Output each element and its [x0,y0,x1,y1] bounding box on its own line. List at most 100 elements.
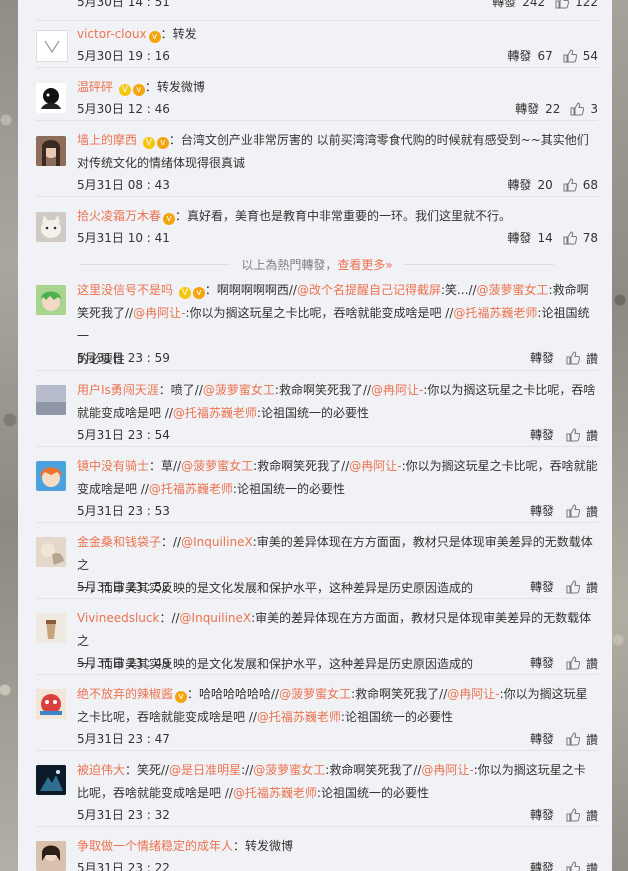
avatar-photo [36,537,66,567]
like-button[interactable]: 68 [563,178,598,192]
forward-button[interactable]: 轉發 [530,653,554,673]
user-link[interactable]: 温砰砰 [77,80,113,94]
user-link[interactable]: 墙上的摩西 [77,133,137,147]
forward-button[interactable]: 轉發 [530,577,554,597]
item-content: 拾火凌霜万木春 v ：真好看，美育也是教育中非常重要的一环。我们这里就不行。 [77,209,512,225]
like-button[interactable]: 54 [563,49,598,63]
mention-link[interactable]: @InquilineX [180,611,252,625]
avatar[interactable] [36,613,66,643]
avatar[interactable] [36,83,66,113]
avatar[interactable] [36,765,66,795]
item-meta: 5月31日 23 : 47 轉發 讚 [77,729,598,749]
mention-link[interactable]: @托福苏巍老师 [233,786,317,800]
item-meta: 5月31日 23 : 32 轉發 讚 [77,805,598,825]
item-meta: 5月31日 23 : 54 轉發 讚 [77,425,598,445]
mention-link[interactable]: @托福苏巍老师 [257,710,341,724]
timestamp: 5月31日 23 : 32 [77,808,170,822]
forward-button[interactable]: 轉發 [530,729,554,749]
like-button[interactable]: 3 [570,102,598,116]
forward-button[interactable]: 轉發 242 [492,0,555,12]
item-actions: 轉發 讚 [530,577,598,597]
thumbs-up-icon [566,580,580,594]
like-button[interactable]: 讚 [566,807,598,824]
mention-link[interactable]: @菠萝蜜女工 [253,763,325,777]
user-link[interactable]: 争取做一个情绪稳定的成年人 [77,839,233,853]
forward-button[interactable]: 轉發 22 [515,99,570,119]
like-button[interactable]: 讚 [566,860,598,871]
item-meta: 5月31日 08 : 43 轉發 20 68 [77,175,598,195]
forward-button[interactable]: 轉發 [530,501,554,521]
avatar[interactable] [36,136,66,166]
list-item: 墙上的摩西 Vv ：台湾文创产业非常厉害的 以前买湾湾零食代购的时候就有感受到~~… [36,126,598,197]
user-link[interactable]: 这里没信号不是吗 [77,283,173,297]
like-button[interactable]: 讚 [566,350,598,367]
repost-text: 真好看，美育也是教育中非常重要的一环。我们这里就不行。 [187,209,512,223]
user-link[interactable]: 用户Is勇闯天涯 [77,383,159,397]
timestamp: 5月31日 23 : 54 [77,428,170,442]
avatar-photo [36,385,66,415]
user-link[interactable]: 镜中没有骑士 [77,459,149,473]
forward-button[interactable]: 轉發 14 [507,228,562,248]
timestamp: 5月31日 23 : 49 [77,656,170,670]
forward-button[interactable]: 轉發 [530,805,554,825]
mention-link[interactable]: @菠萝蜜女工 [181,459,253,473]
like-button[interactable]: 78 [563,231,598,245]
like-button[interactable]: 讚 [566,579,598,596]
mention-link[interactable]: @冉阿让- [371,383,423,397]
avatar[interactable] [36,285,66,315]
item-content: 绝不放弃的辣椒酱 v ：哈哈哈哈哈哈//@菠萝蜜女工:救命啊笑死我了//@冉阿让-:… [77,687,588,724]
mention-link[interactable]: @改个名提醒自己记得截屏 [297,283,441,297]
avatar[interactable] [36,841,66,871]
like-button[interactable]: 讚 [566,731,598,748]
mention-link[interactable]: @托福苏巍老师 [149,482,233,496]
like-button[interactable]: 讚 [566,427,598,444]
repost-text: ：转发微博 [233,839,294,853]
member-badge-icon: v [163,213,176,225]
like-button[interactable]: 讚 [566,503,598,520]
repost-text: 转发 [172,27,197,41]
see-more-link[interactable]: 查看更多» [337,258,392,272]
mention-link[interactable]: @冉阿让- [133,306,185,320]
like-button[interactable]: 122 [555,0,598,9]
list-item: 拾火凌霜万木春 v ：真好看，美育也是教育中非常重要的一环。我们这里就不行。 5月3… [36,202,598,250]
mention-link[interactable]: @冉阿让- [349,459,401,473]
avatar[interactable] [36,461,66,491]
forward-button[interactable]: 轉發 67 [507,46,562,66]
mention-link[interactable]: @冉阿让- [421,763,473,777]
item-meta: 5月31日 23 : 22 轉發 讚 [77,858,598,871]
member-badge-icon: v [132,84,145,96]
item-meta: 5月31日 23 : 59 轉發 讚 [77,348,598,368]
forward-button[interactable]: 轉發 [530,858,554,871]
mention-link[interactable]: @InquilineX [181,535,253,549]
mention-link[interactable]: @是日准明星 [169,763,241,777]
member-badge-icon: v [148,31,161,43]
avatar[interactable] [36,385,66,415]
thumbs-up-icon [566,861,580,871]
user-link[interactable]: 拾火凌霜万木春 [77,209,161,223]
user-link[interactable]: Vivineedsluck [77,611,159,625]
forward-button[interactable]: 轉發 20 [507,175,562,195]
mention-link[interactable]: @托福苏巍老师 [173,406,257,420]
mention-link[interactable]: @菠萝蜜女工 [279,687,351,701]
hot-reposts-separator: 以上為熱門轉發，查看更多» [36,256,598,273]
user-link[interactable]: 被迫伟大 [77,763,125,777]
mention-link[interactable]: @托福苏巍老师 [453,306,537,320]
verified-icon: V [178,287,191,299]
user-link[interactable]: 绝不放弃的辣椒酱 [77,687,173,701]
user-link[interactable]: 金金桑和钱袋子 [77,535,161,549]
timestamp: 5月31日 23 : 59 [77,351,170,365]
avatar[interactable] [36,30,68,62]
mention-link[interactable]: @菠萝蜜女工 [203,383,275,397]
thumbs-up-icon [566,428,580,442]
item-content: 温砰砰 Vv ：转发微博 [77,80,205,96]
user-link[interactable]: victor-cloux [77,27,147,41]
forward-button[interactable]: 轉發 [530,348,554,368]
avatar[interactable] [36,689,66,719]
mention-link[interactable]: @菠萝蜜女工 [477,283,549,297]
avatar[interactable] [36,212,66,242]
avatar[interactable] [36,537,66,567]
list-item: 被迫伟大：笑死//@是日准明星://@菠萝蜜女工:救命啊笑死我了//@冉阿让-:… [36,756,598,827]
mention-link[interactable]: @冉阿让- [447,687,499,701]
forward-button[interactable]: 轉發 [530,425,554,445]
like-button[interactable]: 讚 [566,655,598,672]
